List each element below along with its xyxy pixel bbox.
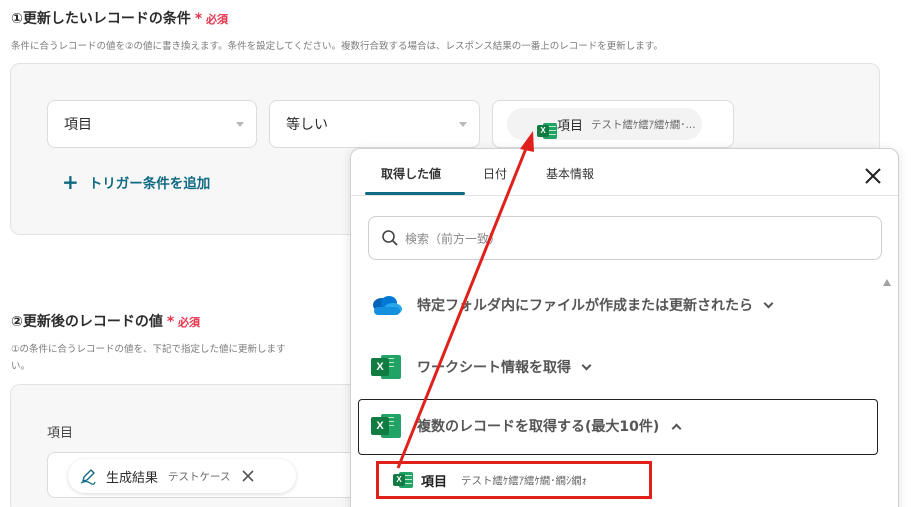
tab-date[interactable]: 日付	[483, 165, 507, 182]
condition-field-select[interactable]: 項目	[47, 100, 257, 148]
chevron-down-icon	[581, 360, 592, 370]
condition-operator-value: 等しい	[286, 117, 328, 133]
value-chip[interactable]: X 項目 テスト繧ｹ繧ｱ繧ｹ繝･...	[507, 108, 702, 140]
source-label: ワークシート情報を取得	[417, 360, 571, 376]
source-row-worksheet[interactable]: X ワークシート情報を取得	[371, 354, 592, 380]
value-chip-label: 項目	[557, 118, 584, 134]
pencil-icon	[80, 469, 96, 485]
excel-icon: X	[371, 413, 401, 439]
chevron-up-icon	[671, 423, 682, 433]
tab-basic-info[interactable]: 基本情報	[546, 165, 594, 182]
result-item-value: テスト繧ｹ繧ｱ繧ｹ繝･繝ｼ繝ｫ	[461, 474, 588, 487]
plus-icon: +	[62, 170, 79, 194]
search-input[interactable]: 検索（前方一致）	[368, 216, 882, 260]
generated-result-chip[interactable]: 生成結果 テストケース	[68, 459, 296, 493]
chip-sub: テストケース	[168, 470, 231, 483]
add-trigger-label: トリガー条件を追加	[88, 176, 211, 192]
required-badge: * 必須	[194, 11, 229, 27]
source-row-onedrive[interactable]: 特定フォルダ内にファイルが作成または更新されたら	[369, 294, 774, 316]
close-icon[interactable]	[864, 167, 882, 185]
search-icon	[382, 230, 398, 246]
condition-field-value: 項目	[64, 117, 92, 133]
value-picker-dropdown: 取得した値 日付 基本情報 検索（前方一致） 特定フォルダ内にファイルが作成また…	[350, 148, 899, 507]
section1-title-text: ①更新したいレコードの条件	[11, 11, 191, 27]
section2-title-text: ②更新後のレコードの値	[11, 314, 163, 330]
chevron-down-icon	[459, 122, 467, 127]
source-row-get-records-content: X 複数のレコードを取得する(最大10件)	[371, 413, 682, 439]
chip-label: 生成結果	[106, 470, 159, 486]
result-item-label: 項目	[421, 474, 448, 490]
onedrive-icon	[373, 296, 402, 315]
source-label: 特定フォルダ内にファイルが作成または更新されたら	[417, 298, 753, 314]
section1-title: ①更新したいレコードの条件 * 必須	[11, 8, 228, 28]
close-icon[interactable]	[241, 469, 255, 483]
result-item[interactable]: X 項目 テスト繧ｹ繧ｱ繧ｹ繝･繝ｼ繝ｫ	[376, 461, 652, 499]
required-badge-text: 必須	[206, 13, 229, 26]
required-badge: * 必須	[166, 314, 201, 330]
condition-value-field[interactable]: X 項目 テスト繧ｹ繧ｱ繧ｹ繝･...	[492, 100, 734, 148]
section2-title: ②更新後のレコードの値 * 必須	[11, 311, 200, 331]
excel-icon: X	[537, 122, 557, 140]
scroll-up-arrow[interactable]	[883, 279, 891, 286]
field-label: 項目	[47, 426, 74, 441]
section1-description: 条件に合うレコードの値を②の値に書き換えます。条件を設定してください。複数行合致…	[11, 41, 663, 52]
chevron-down-icon	[763, 298, 774, 308]
add-trigger-button[interactable]: + トリガー条件を追加	[62, 172, 210, 192]
section2-description: ①の条件に合うレコードの値を、下記で指定した値に更新します	[11, 344, 286, 355]
value-chip-sub: テスト繧ｹ繧ｱ繧ｹ繝･...	[591, 118, 696, 131]
tab-acquired-values[interactable]: 取得した値	[381, 165, 441, 182]
tab-divider	[351, 195, 898, 196]
search-placeholder: 検索（前方一致）	[405, 231, 502, 246]
excel-icon: X	[371, 354, 401, 380]
section2-description-cont: い。	[11, 361, 31, 372]
excel-icon: X	[393, 471, 413, 489]
chevron-down-icon	[236, 122, 244, 127]
required-badge-text: 必須	[178, 316, 201, 329]
source-label: 複数のレコードを取得する(最大10件)	[417, 419, 660, 435]
condition-operator-select[interactable]: 等しい	[269, 100, 480, 148]
